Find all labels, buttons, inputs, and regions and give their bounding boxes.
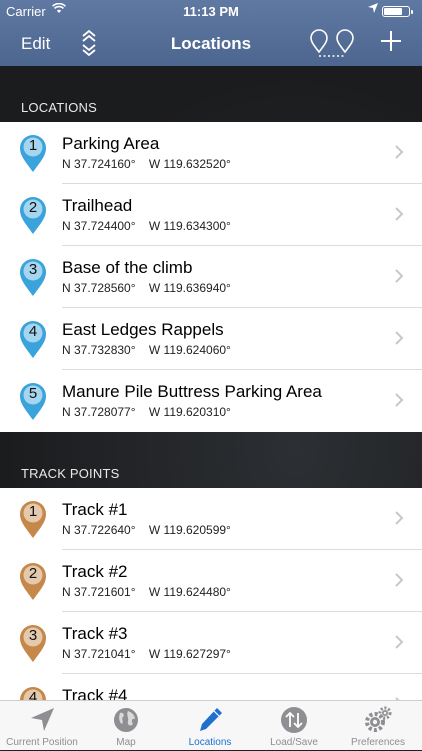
section-header-locations: LOCATIONS — [21, 100, 97, 115]
tab-label: Preferences — [351, 737, 405, 748]
location-name: Manure Pile Buttress Parking Area — [62, 382, 322, 401]
pin-number: 2 — [28, 565, 38, 582]
tab-bar: Current Position Map Locations Load/Save… — [0, 700, 422, 750]
tab-current-position[interactable]: Current Position — [0, 701, 84, 751]
location-pin-icon: 5 — [18, 381, 48, 421]
location-name: Base of the climb — [62, 258, 193, 277]
chevron-right-icon — [394, 328, 404, 348]
chevron-right-icon — [394, 508, 404, 528]
gears-icon — [363, 705, 393, 735]
locations-list-view[interactable]: LOCATIONS 1 Parking Area N 37.724160° W 11… — [0, 66, 422, 700]
track-name: Track #2 — [62, 562, 128, 581]
location-coordinates: N 37.728077° W 119.620310° — [62, 405, 231, 419]
location-name: Parking Area — [62, 134, 160, 153]
track-name: Track #3 — [62, 624, 128, 643]
location-name: Trailhead — [62, 196, 133, 215]
latitude: N 37.728560° — [62, 281, 136, 295]
track-pin-icon: 1 — [18, 499, 48, 539]
longitude: W 119.627297° — [148, 647, 231, 661]
track-row[interactable]: 1 Track #1 N 37.722640° W 119.620599° — [0, 488, 422, 550]
location-services-icon — [368, 3, 378, 16]
location-coordinates: N 37.724400° W 119.634300° — [62, 219, 231, 233]
location-arrow-icon — [27, 705, 57, 735]
track-points-list: 1 Track #1 N 37.722640° W 119.620599° 2 Trac… — [0, 488, 422, 700]
tab-load-save[interactable]: Load/Save — [252, 701, 336, 751]
latitude: N 37.732830° — [62, 343, 136, 357]
track-row[interactable]: 2 Track #2 N 37.721601° W 119.624480° — [0, 550, 422, 612]
longitude: W 119.632520° — [148, 157, 231, 171]
location-coordinates: N 37.724160° W 119.632520° — [62, 157, 231, 171]
location-coordinates: N 37.728560° W 119.636940° — [62, 281, 231, 295]
tab-map[interactable]: Map — [84, 701, 168, 751]
chevron-right-icon — [394, 204, 404, 224]
location-row[interactable]: 5 Manure Pile Buttress Parking Area N 37.7… — [0, 370, 422, 432]
track-name: Track #1 — [62, 500, 128, 519]
track-pin-icon: 2 — [18, 561, 48, 601]
location-name: East Ledges Rappels — [62, 320, 224, 339]
location-pin-icon: 3 — [18, 257, 48, 297]
battery-icon — [382, 6, 413, 17]
track-coordinates: N 37.721041° W 119.627297° — [62, 647, 231, 661]
track-row[interactable]: 3 Track #3 N 37.721041° W 119.627297° — [0, 612, 422, 674]
longitude: W 119.634300° — [148, 219, 231, 233]
status-bar: Carrier 11:13 PM — [0, 0, 422, 22]
location-pin-icon: 4 — [18, 319, 48, 359]
latitude: N 37.722640° — [62, 523, 136, 537]
tab-label: Map — [116, 737, 136, 748]
tab-label: Load/Save — [270, 737, 318, 748]
pin-number: 1 — [28, 503, 38, 520]
location-row[interactable]: 3 Base of the climb N 37.728560° W 119.636… — [0, 246, 422, 308]
longitude: W 119.624060° — [148, 343, 231, 357]
pin-number: 4 — [28, 689, 38, 700]
pin-number: 2 — [28, 199, 38, 216]
section-header-track-points: TRACK POINTS — [21, 466, 120, 481]
pin-number: 3 — [28, 627, 38, 644]
location-row[interactable]: 4 East Ledges Rappels N 37.732830° W 119.6… — [0, 308, 422, 370]
pen-icon — [195, 705, 225, 735]
longitude: W 119.636940° — [148, 281, 231, 295]
latitude: N 37.721601° — [62, 585, 136, 599]
longitude: W 119.620599° — [148, 523, 231, 537]
location-pin-icon: 2 — [18, 195, 48, 235]
longitude: W 119.620310° — [148, 405, 231, 419]
up-down-arrows-icon — [279, 705, 309, 735]
track-row[interactable]: 4 Track #4 — [0, 674, 422, 700]
tab-label: Current Position — [6, 737, 78, 748]
track-coordinates: N 37.722640° W 119.620599° — [62, 523, 231, 537]
tab-locations[interactable]: Locations — [168, 701, 252, 751]
globe-icon — [111, 705, 141, 735]
latitude: N 37.728077° — [62, 405, 136, 419]
track-pin-icon: 3 — [18, 623, 48, 663]
tab-preferences[interactable]: Preferences — [336, 701, 420, 751]
chevron-right-icon — [394, 142, 404, 162]
route-pins-icon[interactable] — [308, 28, 356, 60]
track-name: Track #4 — [62, 686, 128, 700]
pin-number: 3 — [28, 261, 38, 278]
chevron-right-icon — [394, 390, 404, 410]
location-pin-icon: 1 — [18, 133, 48, 173]
tab-label: Locations — [188, 737, 232, 748]
pin-number: 5 — [28, 385, 38, 402]
page-title: Locations — [170, 34, 252, 53]
navigation-bar: Carrier 11:13 PM Edit Locations — [0, 0, 422, 66]
location-row[interactable]: 1 Parking Area N 37.724160° W 119.632520° — [0, 122, 422, 184]
location-row[interactable]: 2 Trailhead N 37.724400° W 119.634300° — [0, 184, 422, 246]
latitude: N 37.721041° — [62, 647, 136, 661]
location-coordinates: N 37.732830° W 119.624060° — [62, 343, 231, 357]
longitude: W 119.624480° — [148, 585, 231, 599]
locations-list: 1 Parking Area N 37.724160° W 119.632520° 2… — [0, 122, 422, 432]
status-time: 11:13 PM — [183, 4, 239, 19]
pin-number: 4 — [28, 323, 38, 340]
chevron-right-icon — [394, 570, 404, 590]
add-location-button[interactable] — [380, 28, 402, 58]
pin-number: 1 — [28, 137, 38, 154]
chevron-right-icon — [394, 632, 404, 652]
track-pin-icon: 4 — [18, 685, 48, 700]
chevron-right-icon — [394, 266, 404, 286]
latitude: N 37.724160° — [62, 157, 136, 171]
track-coordinates: N 37.721601° W 119.624480° — [62, 585, 231, 599]
latitude: N 37.724400° — [62, 219, 136, 233]
